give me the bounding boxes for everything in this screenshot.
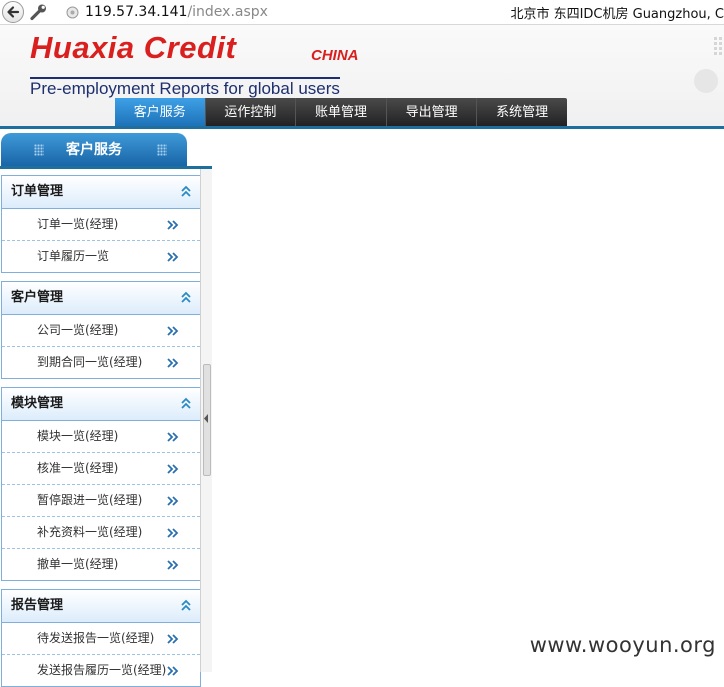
menu-item[interactable]: 暂停跟进一览(经理) [2, 485, 200, 517]
double-chevron-right-icon [167, 560, 179, 570]
menu-item[interactable]: 待发送报告一览(经理) [2, 623, 200, 655]
address-bar[interactable]: 119.57.34.141/index.aspx [66, 3, 268, 21]
menu-group-title: 报告管理 [11, 598, 64, 613]
nav-tab-billing[interactable]: 账单管理 [296, 98, 387, 128]
menu-item[interactable]: 发送报告履历一览(经理) [2, 655, 200, 686]
menu-item-label: 补充资料一览(经理) [37, 525, 143, 539]
menu-item[interactable]: 核准一览(经理) [2, 453, 200, 485]
nav-tab-customer-service[interactable]: 客户服务 [115, 98, 206, 128]
double-chevron-right-icon [167, 252, 179, 262]
nav-tab-export[interactable]: 导出管理 [387, 98, 478, 128]
menu-group-orders: 订单管理 订单一览(经理) 订单履历一览 [1, 175, 201, 273]
browser-toolbar: 119.57.34.141/index.aspx 北京市 东四IDC机房 Gua… [0, 0, 724, 25]
menu-group-title: 订单管理 [11, 184, 64, 199]
menu-item-label: 订单一览(经理) [37, 217, 119, 231]
watermark: www.wooyun.org [529, 633, 716, 657]
menu-group-modules: 模块管理 模块一览(经理) 核准一览(经理) 暂停跟进一览(经理) 补充资料一览… [1, 387, 201, 581]
logo-country: CHINA [311, 47, 359, 64]
sidebar-title-divider [0, 166, 212, 169]
menu-item-label: 核准一览(经理) [37, 461, 119, 475]
logo-title: Huaxia Credit [30, 30, 237, 65]
double-chevron-right-icon [167, 432, 179, 442]
menu-group-title: 客户管理 [11, 290, 64, 305]
menu-item[interactable]: 公司一览(经理) [2, 315, 200, 347]
wrench-icon[interactable] [30, 3, 48, 21]
main-content [212, 129, 724, 672]
menu-item-label: 待发送报告一览(经理) [37, 631, 155, 645]
collapse-up-icon[interactable] [180, 598, 192, 612]
arrow-left-icon [7, 6, 20, 18]
sidebar-title-tab[interactable]: 客户服务 [1, 133, 187, 167]
logo[interactable]: Huaxia Credit CHINA Pre-employment Repor… [30, 30, 370, 98]
url-path: /index.aspx [187, 4, 268, 20]
decorative-graphic [694, 37, 722, 93]
menu-item-label: 订单履历一览 [37, 249, 110, 263]
menu-item-label: 模块一览(经理) [37, 429, 119, 443]
main-nav: 客户服务 运作控制 账单管理 导出管理 系统管理 [115, 98, 567, 128]
menu-item[interactable]: 到期合同一览(经理) [2, 347, 200, 378]
back-button[interactable] [2, 1, 24, 23]
double-chevron-right-icon [167, 666, 179, 676]
menu-item[interactable]: 模块一览(经理) [2, 421, 200, 453]
collapse-up-icon[interactable] [180, 396, 192, 410]
logo-tagline: Pre-employment Reports for global users [30, 77, 340, 98]
menu-group-title: 模块管理 [11, 396, 64, 411]
double-chevron-right-icon [167, 220, 179, 230]
double-chevron-right-icon [167, 528, 179, 538]
menu-item[interactable]: 补充资料一览(经理) [2, 517, 200, 549]
double-chevron-right-icon [167, 464, 179, 474]
menu-item-label: 公司一览(经理) [37, 323, 119, 337]
nav-tab-operation-control[interactable]: 运作控制 [206, 98, 297, 128]
menu-item[interactable]: 撤单一览(经理) [2, 549, 200, 580]
grip-dots-icon [34, 144, 44, 156]
site-header: Huaxia Credit CHINA Pre-employment Repor… [0, 25, 724, 128]
double-chevron-right-icon [167, 326, 179, 336]
page-icon [66, 6, 79, 18]
ip-location-text: 北京市 东四IDC机房 Guangzhou, C [510, 7, 724, 22]
menu-item-label: 发送报告履历一览(经理) [37, 663, 167, 677]
grip-dots-icon [157, 144, 167, 156]
menu-group-header[interactable]: 模块管理 [2, 388, 200, 421]
menu-group-header[interactable]: 客户管理 [2, 282, 200, 315]
double-chevron-right-icon [167, 634, 179, 644]
menu-item[interactable]: 订单履历一览 [2, 241, 200, 272]
nav-tab-system[interactable]: 系统管理 [477, 98, 567, 128]
double-chevron-right-icon [167, 358, 179, 368]
menu-group-customers: 客户管理 公司一览(经理) 到期合同一览(经理) [1, 281, 201, 379]
menu-group-header[interactable]: 订单管理 [2, 176, 200, 209]
collapse-up-icon[interactable] [180, 290, 192, 304]
url-host: 119.57.34.141 [85, 4, 188, 20]
collapse-up-icon[interactable] [180, 184, 192, 198]
collapse-left-icon[interactable] [204, 414, 209, 423]
menu-item-label: 到期合同一览(经理) [37, 355, 143, 369]
double-chevron-right-icon [167, 496, 179, 506]
menu-item[interactable]: 订单一览(经理) [2, 209, 200, 241]
menu-group-header[interactable]: 报告管理 [2, 590, 200, 623]
menu-item-label: 暂停跟进一览(经理) [37, 493, 143, 507]
sidebar: 客户服务 订单管理 订单一览(经理) 订单履历一览 客户管理 公司一览(经理) … [0, 129, 213, 687]
menu-item-label: 撤单一览(经理) [37, 557, 119, 571]
menu-group-reports: 报告管理 待发送报告一览(经理) 发送报告履历一览(经理) [1, 589, 201, 687]
sidebar-title: 客户服务 [66, 142, 122, 158]
